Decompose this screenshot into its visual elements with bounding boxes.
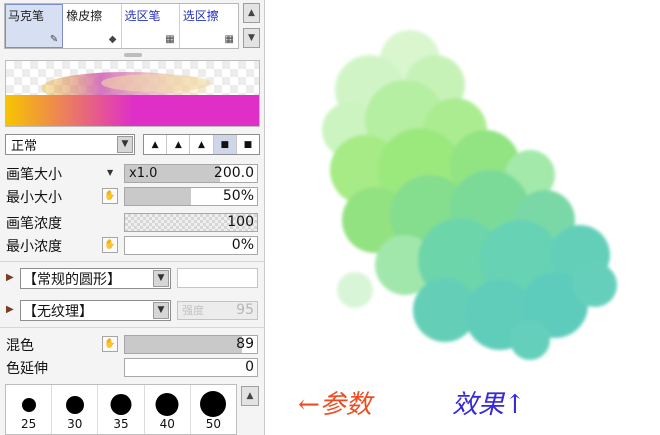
scroll-up-button[interactable]: ▲ — [243, 3, 260, 23]
size-preset-value: 50 — [205, 417, 222, 431]
scroll-down-button[interactable]: ▼ — [243, 28, 260, 48]
blend-slider[interactable]: 89 — [124, 335, 258, 354]
min-size-slider[interactable]: 50% — [124, 187, 258, 206]
resize-grip[interactable] — [124, 53, 142, 57]
dropdown-arrow-icon[interactable]: ▼ — [107, 168, 113, 177]
divider — [0, 261, 265, 262]
min-density-label: 最小浓度 — [6, 239, 62, 255]
strength-label: 强度 — [182, 304, 204, 317]
dot-icon — [155, 393, 179, 416]
brush-size-value: 200.0 — [213, 165, 254, 181]
dot-icon — [21, 398, 36, 412]
shape-option-2[interactable]: ▲ — [167, 135, 191, 154]
tool-label: 选区笔 — [124, 9, 161, 23]
size-preset-value: 35 — [113, 417, 129, 431]
persistence-label: 色延伸 — [6, 361, 48, 377]
paint-canvas[interactable] — [295, 20, 640, 365]
effect-annotation: 效果↑ — [452, 390, 526, 420]
scroll-up-button[interactable]: ▲ — [241, 386, 259, 406]
dot-icon — [200, 391, 227, 417]
size-preset[interactable]: 50 — [191, 385, 236, 434]
min-density-value: 0% — [231, 237, 254, 253]
params-annotation: ←参数 — [298, 390, 372, 420]
tool-eraser[interactable]: 橡皮擦 ◆ — [63, 4, 122, 48]
expand-triangle-icon[interactable]: ▶ — [6, 272, 14, 283]
min-density-slider[interactable]: 0% — [124, 236, 258, 255]
shape-option-1[interactable]: ▲ — [144, 135, 168, 154]
tool-marker[interactable]: 马克笔 ✎ — [5, 4, 64, 48]
min-size-label: 最小大小 — [6, 190, 62, 206]
shape-option-5[interactable]: ■ — [237, 135, 259, 154]
tool-select-pen[interactable]: 选区笔 ▦ — [122, 4, 180, 48]
size-preset-value: 25 — [20, 417, 37, 431]
size-preset-value: 30 — [67, 417, 83, 431]
select-pen-icon: ▦ — [165, 34, 175, 45]
tool-palette: 马克笔 ✎ 橡皮擦 ◆ 选区笔 ▦ 选区擦 ▦ ▲ ▼ 正常 ▼ ▲ ▲ ▲ ■… — [0, 0, 265, 435]
brush-size-presets: 25 30 35 40 50 — [5, 384, 237, 435]
brush-size-slider[interactable]: x1.0 200.0 — [124, 164, 258, 183]
size-preset[interactable]: 30 — [52, 385, 99, 434]
chevron-down-icon: ▼ — [117, 136, 133, 153]
brush-size-label: 画笔大小 — [6, 167, 62, 183]
min-size-value: 50% — [222, 188, 254, 204]
strength-value: 95 — [236, 302, 254, 318]
blend-value: 89 — [236, 336, 254, 352]
tool-tabs: 马克笔 ✎ 橡皮擦 ◆ 选区笔 ▦ 选区擦 ▦ — [4, 3, 239, 49]
tool-label: 橡皮擦 — [66, 9, 103, 23]
size-preset[interactable]: 25 — [6, 385, 53, 434]
chevron-down-icon: ▼ — [153, 302, 169, 319]
texture-strength-slider: 强度 95 — [177, 301, 258, 320]
divider — [0, 327, 265, 328]
texture-value: 【无纹理】 — [23, 303, 93, 320]
dot-icon — [110, 394, 132, 415]
persistence-slider[interactable]: 0 — [124, 358, 258, 377]
brush-preview — [5, 60, 260, 127]
brush-shape-group: ▲ ▲ ▲ ■ ■ — [143, 134, 260, 155]
texture-select[interactable]: 【无纹理】 ▼ — [20, 300, 171, 321]
size-preset[interactable]: 40 — [145, 385, 191, 434]
persistence-value: 0 — [245, 359, 254, 375]
dot-icon — [65, 396, 84, 414]
pressure-icon[interactable]: ✋ — [102, 237, 118, 253]
chevron-down-icon: ▼ — [153, 270, 169, 287]
pressure-icon[interactable]: ✋ — [102, 336, 118, 352]
blend-mode-value: 正常 — [11, 139, 38, 154]
shape-option-3[interactable]: ▲ — [190, 135, 214, 154]
tool-label: 选区擦 — [182, 9, 219, 23]
size-preset[interactable]: 35 — [98, 385, 145, 434]
density-label: 画笔浓度 — [6, 216, 62, 232]
size-preset-value: 40 — [159, 417, 175, 431]
blend-mode-select[interactable]: 正常 ▼ — [5, 134, 135, 155]
density-value: 100 — [227, 214, 254, 230]
paint-stroke — [322, 30, 617, 360]
tool-label: 马克笔 — [8, 9, 45, 23]
expand-triangle-icon[interactable]: ▶ — [6, 304, 14, 315]
pen-icon: ✎ — [49, 34, 59, 45]
tool-select-eraser[interactable]: 选区擦 ▦ — [180, 4, 238, 48]
density-slider[interactable]: 100 — [124, 213, 258, 232]
pressure-icon[interactable]: ✋ — [102, 188, 118, 204]
shape-param-box — [177, 268, 258, 288]
shape-option-4[interactable]: ■ — [213, 135, 237, 154]
size-multiplier: x1.0 — [129, 166, 158, 181]
blend-label: 混色 — [6, 338, 34, 354]
brush-shape-value: 【常规的圆形】 — [23, 271, 121, 288]
select-eraser-icon: ▦ — [224, 34, 234, 45]
eraser-icon: ◆ — [108, 34, 117, 45]
brush-shape-select[interactable]: 【常规的圆形】 ▼ — [20, 268, 171, 289]
